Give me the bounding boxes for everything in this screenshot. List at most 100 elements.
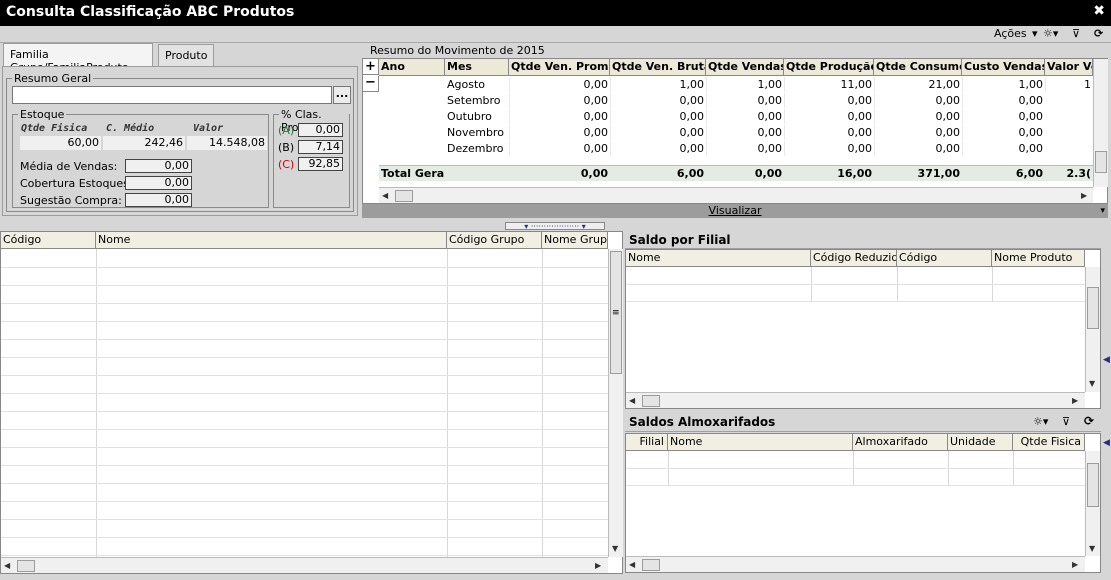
side-handle-icon[interactable]: ◀: [1103, 438, 1110, 448]
col-valor-vendas[interactable]: Valor Ve: [1045, 59, 1093, 76]
table-row[interactable]: Agosto 0,00 1,00 1,00 11,00 21,00 1,00 1: [379, 77, 1093, 93]
scroll-right-icon[interactable]: ▶: [1072, 561, 1078, 569]
sugestao-field: 0,00: [125, 193, 192, 207]
scroll-down-icon[interactable]: ▼: [612, 545, 618, 553]
grid-row-line: [1, 321, 608, 322]
col-filial[interactable]: Filial: [626, 434, 668, 451]
tab-produto[interactable]: Produto: [158, 44, 214, 68]
scroll-down-icon[interactable]: ▼: [1089, 545, 1095, 553]
col-codigo-reduzido[interactable]: Código Reduzido: [811, 250, 897, 267]
acoes-menu[interactable]: Ações: [994, 27, 1027, 40]
close-icon[interactable]: ✖: [1093, 3, 1105, 19]
filial-hscroll[interactable]: ◀ ▶: [626, 392, 1085, 408]
table-row[interactable]: Setembro 0,00 0,00 0,00 0,00 0,00 0,00: [379, 93, 1093, 109]
splitter-handle[interactable]: ▾ ··················· ▾: [505, 222, 605, 231]
col-nome[interactable]: Nome: [96, 232, 447, 249]
col-unidade[interactable]: Unidade: [948, 434, 1013, 451]
produtos-hscroll[interactable]: ◀ ▶: [1, 557, 608, 573]
visualizar-label[interactable]: Visualizar: [709, 204, 762, 217]
table-row[interactable]: Novembro 0,00 0,00 0,00 0,00 0,00 0,00: [379, 125, 1093, 141]
value-cell: 0,00: [784, 93, 874, 108]
almox-vscroll[interactable]: ▼: [1085, 451, 1100, 556]
scroll-left-icon[interactable]: ◀: [629, 397, 635, 405]
value-cell: 0,00: [874, 109, 962, 124]
scroll-thumb[interactable]: [17, 560, 35, 572]
scroll-right-icon[interactable]: ▶: [1072, 397, 1078, 405]
value-cell: 1,00: [610, 77, 706, 92]
col-almoxarifado[interactable]: Almoxarifado: [853, 434, 948, 451]
scroll-thumb[interactable]: [642, 559, 660, 571]
grid-row-line: [1, 555, 608, 556]
col-mes[interactable]: Mes: [445, 59, 509, 76]
filter-icon[interactable]: ⊽: [1062, 415, 1070, 428]
col-codigo-grupo[interactable]: Código Grupo: [447, 232, 542, 249]
col-qtde-fisica[interactable]: Qtde Fisica: [1013, 434, 1085, 451]
saldos-almox-panel: Saldos Almoxarifados ☼▾ ⊽ ⟳ Filial Nome …: [625, 413, 1101, 573]
scroll-right-icon[interactable]: ▶: [1081, 192, 1087, 200]
expand-icon[interactable]: +: [363, 59, 379, 75]
grid-row-line: [1, 411, 608, 412]
col-codigo[interactable]: Código: [897, 250, 992, 267]
browse-button[interactable]: ...: [333, 86, 351, 104]
filial-vscroll[interactable]: ▼: [1085, 267, 1100, 392]
collapse-icon[interactable]: −: [363, 76, 379, 92]
value-cell: 0,00: [509, 77, 610, 92]
table-row[interactable]: Dezembro 0,00 0,00 0,00 0,00 0,00 0,00: [379, 141, 1093, 157]
scroll-thumb[interactable]: [395, 190, 413, 202]
col-qtde-ven-promo[interactable]: Qtde Ven. Promo: [509, 59, 610, 76]
col-nome-produto[interactable]: Nome Produto: [992, 250, 1085, 267]
col-nome[interactable]: Nome: [626, 250, 811, 267]
view-options-icon[interactable]: ☼▾: [1033, 415, 1048, 428]
col-qtde-ven-bruta[interactable]: Qtde Ven. Bruta: [610, 59, 706, 76]
col-nome[interactable]: Nome: [668, 434, 853, 451]
col-qtde-consumo[interactable]: Qtde Consumo: [874, 59, 962, 76]
scroll-thumb[interactable]: [1087, 463, 1099, 507]
filter-icon[interactable]: ⊽: [1072, 27, 1080, 40]
grid-row-line: [626, 284, 1085, 285]
value-cell: 0,00: [874, 93, 962, 108]
view-options-icon[interactable]: ☼▾: [1043, 27, 1058, 40]
chevron-down-icon[interactable]: ▾: [1032, 27, 1038, 40]
total-cell: 371,00: [917, 167, 960, 180]
table-row[interactable]: Outubro 0,00 0,00 0,00 0,00 0,00 0,00: [379, 109, 1093, 125]
value-cell: 0,00: [706, 141, 784, 156]
grid-row-line: [626, 468, 1085, 469]
value-cell: 11,00: [784, 77, 874, 92]
chevron-down-icon[interactable]: ▾: [1100, 204, 1105, 218]
refresh-icon[interactable]: ⟳: [1094, 27, 1103, 40]
col-nome-grupo[interactable]: Nome Grupo: [542, 232, 608, 249]
grid-row-line: [1, 465, 608, 466]
sugestao-label: Sugestão Compra:: [20, 194, 122, 207]
value-cell: 0,00: [784, 141, 874, 156]
media-vendas-field: 0,00: [125, 159, 192, 173]
col-custo-vendas[interactable]: Custo Vendas: [962, 59, 1045, 76]
scroll-right-icon[interactable]: ▶: [595, 562, 601, 570]
col-ano[interactable]: Ano: [379, 59, 445, 76]
grid-row-line: [626, 301, 1085, 302]
scroll-left-icon[interactable]: ◀: [382, 192, 388, 200]
grid-row-line: [1, 357, 608, 358]
scroll-left-icon[interactable]: ◀: [629, 561, 635, 569]
mes-cell: Novembro: [447, 126, 504, 139]
scroll-left-icon[interactable]: ◀: [4, 562, 10, 570]
tab-familia-grupo[interactable]: Familia Grupo/FamiliaProduto: [3, 43, 153, 74]
scroll-down-icon[interactable]: ▼: [1089, 380, 1095, 388]
side-handle-icon[interactable]: ◀: [1103, 355, 1110, 365]
col-qtde-producao[interactable]: Qtde Produção: [784, 59, 874, 76]
produtos-vscroll[interactable]: ≡ ▼: [608, 249, 623, 557]
value-cell: 0,00: [509, 109, 610, 124]
scroll-thumb[interactable]: [1095, 151, 1107, 173]
movimento-hscroll[interactable]: ◀ ▶: [379, 187, 1093, 203]
col-codigo[interactable]: Código: [1, 232, 96, 249]
grid-divider: [542, 249, 543, 557]
value-cell: 0,00: [610, 141, 706, 156]
mes-cell: Dezembro: [447, 142, 504, 155]
almox-hscroll[interactable]: ◀ ▶: [626, 556, 1085, 572]
search-input[interactable]: [12, 86, 332, 104]
scroll-thumb[interactable]: [1087, 287, 1099, 329]
scroll-thumb[interactable]: [642, 395, 660, 407]
visualizar-bar[interactable]: Visualizar ▾: [362, 204, 1108, 218]
refresh-icon[interactable]: ⟳: [1084, 414, 1094, 428]
movimento-vscroll[interactable]: [1093, 59, 1108, 187]
col-qtde-vendas[interactable]: Qtde Vendas: [706, 59, 784, 76]
